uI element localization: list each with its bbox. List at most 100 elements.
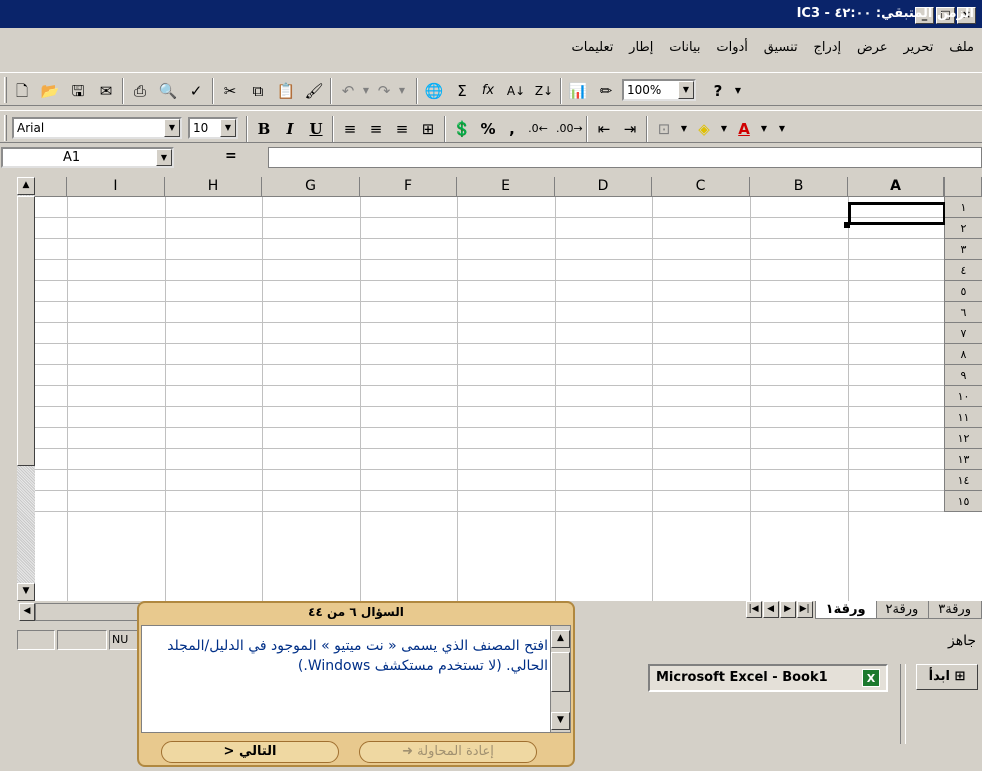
worksheet-grid[interactable]: A B C D E F G H I ١ ٢ ٣ ٤ ٥ ٦ ٧ ٨ ٩ ١٠ ١١ ١٢ ١٣ ١٤ ١٥: [17, 177, 982, 601]
scroll-down-icon[interactable]: ▼: [551, 712, 570, 730]
active-cell-a1[interactable]: [848, 202, 945, 225]
first-sheet-icon[interactable]: |◀: [745, 601, 762, 618]
menu-insert[interactable]: إدراج: [807, 38, 847, 57]
start-button[interactable]: ⊞ ابدأ: [916, 664, 978, 690]
font-select[interactable]: Arial ▼: [12, 117, 182, 139]
align-left-icon[interactable]: ≡: [340, 119, 360, 139]
formula-input[interactable]: [268, 147, 982, 168]
zoom-select[interactable]: 100% ▼: [622, 79, 696, 101]
row-header[interactable]: ١٥: [944, 491, 982, 512]
column-header-b[interactable]: B: [750, 177, 848, 197]
select-all-corner[interactable]: [944, 177, 982, 197]
fill-color-icon[interactable]: ◈: [694, 119, 714, 139]
row-header[interactable]: ٤: [944, 260, 982, 281]
chart-wizard-icon[interactable]: 📊: [568, 81, 588, 101]
column-header-g[interactable]: G: [262, 177, 360, 197]
autosum-icon[interactable]: Σ: [452, 81, 472, 101]
row-header[interactable]: ٨: [944, 344, 982, 365]
column-header-a[interactable]: A: [848, 177, 944, 197]
prev-sheet-icon[interactable]: ◀: [762, 601, 779, 618]
print-preview-icon[interactable]: 🔍: [158, 81, 178, 101]
scroll-thumb[interactable]: [17, 196, 35, 466]
decrease-indent-icon[interactable]: ⇤: [594, 119, 614, 139]
row-header[interactable]: ٧: [944, 323, 982, 344]
last-sheet-icon[interactable]: ▶|: [796, 601, 813, 618]
font-color-icon[interactable]: A: [734, 119, 754, 139]
toolbar-options-icon[interactable]: ▼: [728, 81, 748, 101]
merge-center-icon[interactable]: ⊞: [418, 119, 438, 139]
italic-button[interactable]: I: [280, 119, 300, 139]
chevron-down-icon[interactable]: ▼: [156, 149, 172, 166]
menu-data[interactable]: بيانات: [663, 38, 706, 57]
spelling-icon[interactable]: ✓: [186, 81, 206, 101]
menu-edit[interactable]: تحرير: [897, 38, 939, 57]
row-header[interactable]: ٩: [944, 365, 982, 386]
row-header[interactable]: ٥: [944, 281, 982, 302]
hyperlink-icon[interactable]: 🌐: [424, 81, 444, 101]
copy-icon[interactable]: ⧉: [248, 81, 268, 101]
column-header-h[interactable]: H: [165, 177, 262, 197]
equals-button[interactable]: =: [225, 148, 237, 164]
redo-dropdown-icon[interactable]: ▼: [392, 81, 412, 101]
new-file-icon[interactable]: 🗋: [12, 81, 32, 101]
function-icon[interactable]: fx: [478, 81, 498, 101]
bold-button[interactable]: B: [254, 119, 274, 139]
menu-help[interactable]: تعليمات: [566, 38, 620, 57]
menu-view[interactable]: عرض: [851, 38, 894, 57]
font-size-select[interactable]: 10 ▼: [188, 117, 238, 139]
row-header[interactable]: ٦: [944, 302, 982, 323]
scroll-thumb[interactable]: [551, 652, 570, 692]
next-button[interactable]: التالي <: [161, 741, 339, 763]
menu-tools[interactable]: أدوات: [710, 38, 754, 57]
increase-indent-icon[interactable]: ⇥: [620, 119, 640, 139]
row-header[interactable]: ٣: [944, 239, 982, 260]
format-painter-icon[interactable]: 🖌: [304, 81, 324, 101]
row-header[interactable]: ١٤: [944, 470, 982, 491]
paste-icon[interactable]: 📋: [276, 81, 296, 101]
question-scrollbar[interactable]: ▲ ▼: [550, 626, 570, 732]
undo-icon[interactable]: ↶: [338, 81, 358, 101]
currency-icon[interactable]: 💲: [452, 119, 472, 139]
column-header-partial[interactable]: [35, 177, 67, 197]
open-folder-icon[interactable]: 📂: [40, 81, 60, 101]
sheet-tab-2[interactable]: ورقة٢: [874, 601, 930, 619]
column-header-c[interactable]: C: [652, 177, 750, 197]
drawing-icon[interactable]: ✏: [596, 81, 616, 101]
borders-dropdown-icon[interactable]: ▼: [674, 119, 694, 139]
align-right-icon[interactable]: ≡: [392, 119, 412, 139]
cut-icon[interactable]: ✂: [220, 81, 240, 101]
vertical-scrollbar[interactable]: ▲ ▼: [17, 177, 35, 601]
column-header-d[interactable]: D: [555, 177, 652, 197]
sort-ascending-icon[interactable]: A↓: [506, 81, 526, 101]
help-icon[interactable]: ?: [708, 81, 728, 101]
name-box[interactable]: A1 ▼: [1, 147, 174, 168]
retry-button[interactable]: إعادة المحاولة ➜: [359, 741, 537, 763]
column-header-i[interactable]: I: [67, 177, 165, 197]
scroll-down-icon[interactable]: ▼: [17, 583, 35, 601]
scroll-up-icon[interactable]: ▲: [17, 177, 35, 195]
row-header[interactable]: ٢: [944, 218, 982, 239]
decrease-decimal-icon[interactable]: .00→: [556, 119, 583, 139]
chevron-down-icon[interactable]: ▼: [678, 81, 694, 99]
toolbar-grip[interactable]: [4, 115, 7, 141]
email-icon[interactable]: ✉: [96, 81, 116, 101]
borders-icon[interactable]: ⊡: [654, 119, 674, 139]
underline-button[interactable]: U: [306, 119, 326, 139]
menu-format[interactable]: تنسيق: [758, 38, 804, 57]
comma-button[interactable]: ,: [502, 119, 522, 139]
taskbar-excel-button[interactable]: Microsoft Excel - Book1 X: [648, 664, 888, 692]
menu-file[interactable]: ملف: [943, 38, 982, 57]
row-header[interactable]: ١٠: [944, 386, 982, 407]
sort-descending-icon[interactable]: Z↓: [534, 81, 554, 101]
row-header[interactable]: ١٣: [944, 449, 982, 470]
toolbar-options-icon[interactable]: ▼: [772, 119, 792, 139]
save-icon[interactable]: 🖫: [68, 81, 88, 101]
sheet-tab-3[interactable]: ورقة٣: [927, 601, 982, 619]
chevron-down-icon[interactable]: ▼: [220, 119, 236, 137]
sheet-tab-1[interactable]: ورقة١: [814, 601, 877, 619]
print-icon[interactable]: ⎙: [130, 81, 150, 101]
row-header[interactable]: ١٢: [944, 428, 982, 449]
fill-handle[interactable]: [844, 222, 850, 228]
fill-dropdown-icon[interactable]: ▼: [714, 119, 734, 139]
column-header-f[interactable]: F: [360, 177, 457, 197]
